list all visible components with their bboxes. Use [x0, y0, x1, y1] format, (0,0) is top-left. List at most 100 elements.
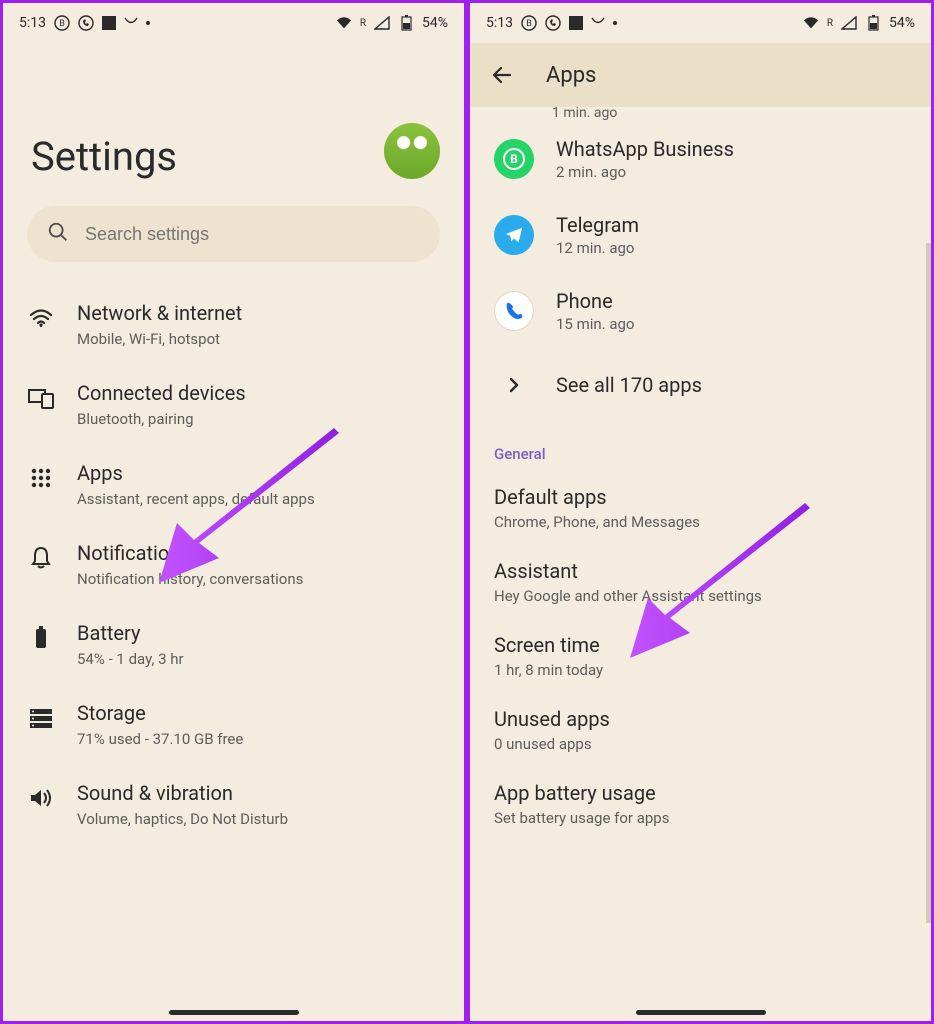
- status-icon-b: B: [54, 15, 70, 31]
- battery-status-icon: [398, 15, 414, 31]
- app-name: Telegram: [556, 213, 639, 237]
- gen-sub: Set battery usage for apps: [494, 809, 907, 827]
- home-indicator[interactable]: [169, 1010, 299, 1015]
- item-title: Apps: [77, 460, 440, 486]
- item-title: Network & internet: [77, 300, 440, 326]
- section-general: General: [470, 421, 931, 471]
- apps-screen: 5:13 B R 54% Apps 1 min. ago B WhatsApp: [467, 0, 934, 1024]
- signal-label: R: [360, 18, 366, 29]
- settings-item-notifications[interactable]: Notifications Notification history, conve…: [3, 524, 464, 604]
- item-sub: Volume, haptics, Do Not Disturb: [77, 810, 440, 828]
- status-dot: [146, 21, 150, 25]
- appbar-title: Apps: [546, 63, 596, 88]
- app-row-whatsapp-business[interactable]: B WhatsApp Business 2 min. ago: [470, 121, 931, 197]
- status-icon-curve: [591, 15, 605, 31]
- see-all-apps[interactable]: See all 170 apps: [470, 349, 931, 421]
- app-time: 12 min. ago: [556, 239, 639, 257]
- scrollbar[interactable]: [926, 243, 931, 923]
- wifi-status-icon: [803, 15, 819, 31]
- phone-icon: [494, 291, 534, 331]
- see-all-label: See all 170 apps: [556, 373, 702, 397]
- settings-item-apps[interactable]: Apps Assistant, recent apps, default apps: [3, 444, 464, 524]
- back-button[interactable]: [482, 55, 522, 95]
- app-name: WhatsApp Business: [556, 137, 734, 161]
- signal-status-icon: [841, 15, 857, 31]
- devices-icon: [27, 384, 55, 412]
- profile-avatar[interactable]: [384, 123, 440, 179]
- status-icon-square: [102, 16, 116, 30]
- item-sub: Bluetooth, pairing: [77, 410, 440, 428]
- item-sub: 54% - 1 day, 3 hr: [77, 650, 440, 668]
- search-bar[interactable]: [27, 206, 440, 262]
- gen-item-assistant[interactable]: Assistant Hey Google and other Assistant …: [470, 545, 931, 619]
- bell-icon: [27, 544, 55, 572]
- settings-item-connected-devices[interactable]: Connected devices Bluetooth, pairing: [3, 364, 464, 444]
- app-row-phone[interactable]: Phone 15 min. ago: [470, 273, 931, 349]
- gen-sub: Hey Google and other Assistant settings: [494, 587, 907, 605]
- apps-icon: [27, 464, 55, 492]
- battery-status-icon: [865, 15, 881, 31]
- search-icon: [47, 221, 69, 247]
- status-bar: 5:13 B R 54%: [470, 3, 931, 43]
- settings-item-storage[interactable]: Storage 71% used - 37.10 GB free: [3, 684, 464, 764]
- gen-title: App battery usage: [494, 781, 907, 805]
- battery-percent: 54%: [422, 15, 448, 31]
- app-time: 2 min. ago: [556, 163, 734, 181]
- app-row-telegram[interactable]: Telegram 12 min. ago: [470, 197, 931, 273]
- gen-item-app-battery-usage[interactable]: App battery usage Set battery usage for a…: [470, 767, 931, 841]
- status-icon-b: B: [521, 15, 537, 31]
- app-time: 15 min. ago: [556, 315, 634, 333]
- item-title: Sound & vibration: [77, 780, 440, 806]
- gen-title: Default apps: [494, 485, 907, 509]
- gen-sub: 0 unused apps: [494, 735, 907, 753]
- item-sub: Notification history, conversations: [77, 570, 440, 588]
- status-time: 5:13: [19, 15, 46, 31]
- settings-screen: 5:13 B R 54% Settings Network & i: [0, 0, 467, 1024]
- storage-icon: [27, 704, 55, 732]
- signal-label: R: [827, 18, 833, 29]
- signal-status-icon: [374, 15, 390, 31]
- status-icon-curve: [124, 15, 138, 31]
- svg-text:B: B: [59, 19, 65, 29]
- gen-title: Screen time: [494, 633, 907, 657]
- search-input[interactable]: [83, 223, 420, 246]
- gen-sub: 1 hr, 8 min today: [494, 661, 907, 679]
- telegram-icon: [494, 215, 534, 255]
- app-name: Phone: [556, 289, 634, 313]
- status-bar: 5:13 B R 54%: [3, 3, 464, 43]
- settings-item-network[interactable]: Network & internet Mobile, Wi-Fi, hotspot: [3, 284, 464, 364]
- app-bar: Apps: [470, 43, 931, 107]
- gen-title: Unused apps: [494, 707, 907, 731]
- gen-item-unused-apps[interactable]: Unused apps 0 unused apps: [470, 693, 931, 767]
- status-time: 5:13: [486, 15, 513, 31]
- svg-text:B: B: [510, 152, 518, 166]
- battery-percent: 54%: [889, 15, 915, 31]
- gen-title: Assistant: [494, 559, 907, 583]
- item-sub: Assistant, recent apps, default apps: [77, 490, 440, 508]
- item-title: Storage: [77, 700, 440, 726]
- wifi-icon: [27, 304, 55, 332]
- gen-item-screen-time[interactable]: Screen time 1 hr, 8 min today: [470, 619, 931, 693]
- settings-item-battery[interactable]: Battery 54% - 1 day, 3 hr: [3, 604, 464, 684]
- page-title: Settings: [3, 43, 464, 206]
- status-icon-square: [569, 16, 583, 30]
- status-dot: [613, 21, 617, 25]
- whatsapp-status-icon: [545, 15, 561, 31]
- item-title: Battery: [77, 620, 440, 646]
- wifi-status-icon: [336, 15, 352, 31]
- chevron-right-icon: [494, 365, 534, 405]
- item-sub: 71% used - 37.10 GB free: [77, 730, 440, 748]
- gen-item-default-apps[interactable]: Default apps Chrome, Phone, and Messages: [470, 471, 931, 545]
- item-sub: Mobile, Wi-Fi, hotspot: [77, 330, 440, 348]
- svg-text:B: B: [526, 19, 532, 29]
- item-title: Notifications: [77, 540, 440, 566]
- home-indicator[interactable]: [636, 1010, 766, 1015]
- sound-icon: [27, 784, 55, 812]
- whatsapp-status-icon: [78, 15, 94, 31]
- item-title: Connected devices: [77, 380, 440, 406]
- cutoff-row: 1 min. ago: [470, 105, 931, 121]
- battery-icon: [27, 624, 55, 652]
- settings-item-sound[interactable]: Sound & vibration Volume, haptics, Do Not…: [3, 764, 464, 844]
- gen-sub: Chrome, Phone, and Messages: [494, 513, 907, 531]
- whatsapp-business-icon: B: [494, 139, 534, 179]
